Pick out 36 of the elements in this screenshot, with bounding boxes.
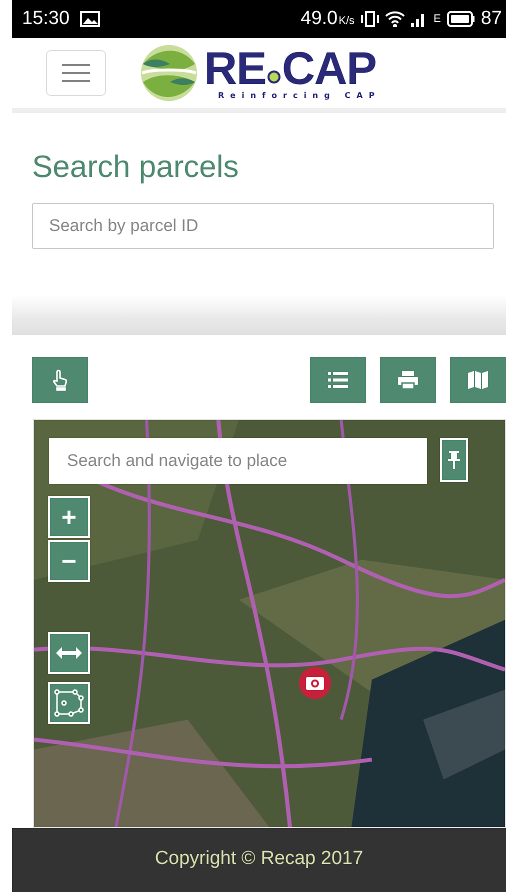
vibrate-icon xyxy=(360,10,379,27)
parcel-search-field[interactable]: Search by parcel ID xyxy=(32,202,494,249)
place-search-field[interactable]: Search and navigate to place xyxy=(49,438,427,484)
toolbar-button[interactable] xyxy=(450,356,506,403)
list-icon xyxy=(328,370,348,389)
camera-marker-icon xyxy=(298,666,332,700)
logo-text: CAP xyxy=(282,45,376,92)
zoom-out-button[interactable]: − xyxy=(48,540,90,582)
menu-icon xyxy=(62,62,90,83)
horizontal-arrow-icon xyxy=(56,646,82,659)
polygon-icon xyxy=(54,688,84,717)
logo-icon xyxy=(140,44,198,102)
map-tool-button[interactable] xyxy=(48,632,90,674)
print-icon xyxy=(398,370,418,389)
map-tool-button[interactable] xyxy=(48,682,90,724)
battery-level: 87 xyxy=(480,8,502,30)
toolbar-button[interactable] xyxy=(380,356,436,403)
battery-icon xyxy=(446,10,475,27)
network-speed: 49.0 K/s xyxy=(300,8,355,30)
logo-tagline: Reinforcing CAP xyxy=(218,91,381,100)
pin-icon xyxy=(448,450,460,469)
logo-text: RE xyxy=(204,45,266,92)
copyright-text: Copyright © Recap 2017 xyxy=(154,848,364,872)
wifi-icon xyxy=(384,10,405,27)
page-title: Search parcels xyxy=(32,148,240,185)
menu-button[interactable] xyxy=(46,50,106,96)
status-time: 15:30 xyxy=(22,8,70,30)
toolbar-button[interactable] xyxy=(310,356,366,403)
pin-button[interactable] xyxy=(440,438,468,482)
toolbar-button[interactable] xyxy=(32,356,88,403)
map-icon xyxy=(468,370,488,389)
image-notification-icon xyxy=(80,10,100,27)
pointer-hand-icon xyxy=(51,368,69,391)
network-type: E xyxy=(434,12,441,25)
logo-dot-icon xyxy=(266,70,281,84)
zoom-in-button[interactable]: + xyxy=(48,496,90,538)
